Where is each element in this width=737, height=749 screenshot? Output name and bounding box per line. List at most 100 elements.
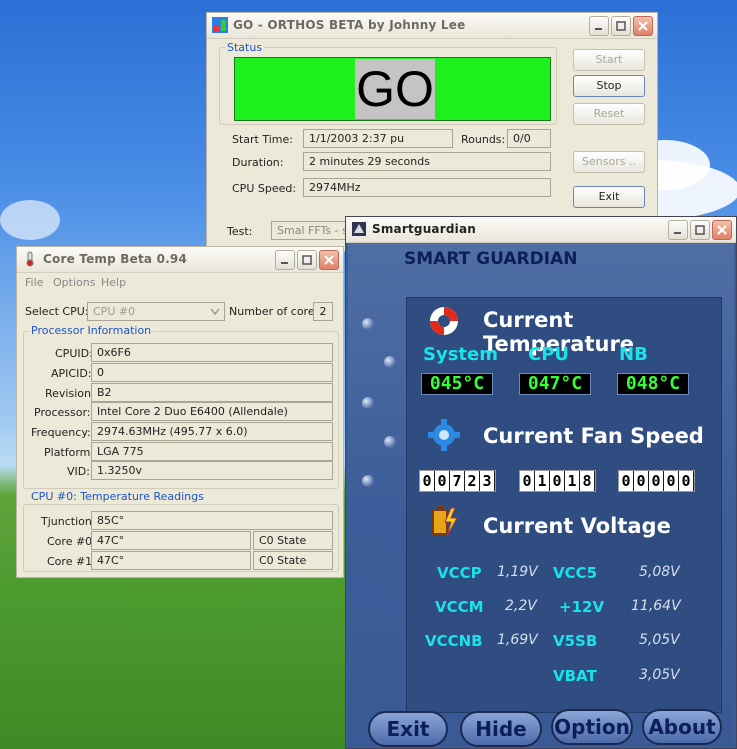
close-icon [717, 225, 727, 235]
temp-display-nb: 048°C [617, 373, 689, 395]
sensors-button[interactable]: Sensors .. [573, 151, 645, 173]
fan-digit: 1 [565, 471, 579, 491]
duration-label: Duration: [232, 156, 284, 169]
fan-digit: 0 [420, 471, 434, 491]
fan-gear-icon [428, 419, 460, 451]
voltage-value-v5sb: 5,05V [639, 632, 680, 648]
coretemp-window: Core Temp Beta 0.94 File Options Help Se… [16, 246, 344, 578]
smartguardian-window: Smartguardian SMART GUARDIAN Current Tem… [345, 216, 737, 749]
rivet [362, 318, 374, 330]
exit-button[interactable]: Exit [573, 186, 645, 208]
frequency-label: Frequency: [31, 426, 91, 439]
maximize-icon [616, 21, 626, 31]
smartguardian-titlebar[interactable]: Smartguardian [346, 217, 736, 243]
menu-options[interactable]: Options [53, 276, 95, 289]
option-button[interactable]: Option [551, 709, 633, 745]
select-cpu-dropdown[interactable]: CPU #0 [87, 302, 225, 321]
minimize-button[interactable] [275, 250, 295, 270]
stop-button[interactable]: Stop [573, 75, 645, 97]
voltage-value-vccp: 1,19V [497, 564, 538, 580]
cpu-speed-label: CPU Speed: [232, 182, 297, 195]
select-cpu-value: CPU #0 [93, 305, 136, 318]
fan-digit: 2 [465, 471, 479, 491]
duration-field: 2 minutes 29 seconds [303, 152, 551, 171]
select-cpu-label: Select CPU: [25, 305, 89, 318]
menu-file[interactable]: File [25, 276, 43, 289]
minimize-icon [595, 28, 602, 30]
minimize-button[interactable] [589, 16, 609, 36]
close-button[interactable] [712, 220, 732, 240]
hide-button[interactable]: Hide [460, 711, 542, 747]
orthos-app-icon [212, 17, 228, 33]
minimize-icon [281, 262, 288, 264]
fan-display-3: 00000 [618, 470, 695, 492]
fan-digit: 8 [580, 471, 594, 491]
temp-display-cpu: 047°C [519, 373, 591, 395]
smartguardian-heading: SMART GUARDIAN [404, 249, 578, 269]
close-icon [324, 255, 334, 265]
fan-digit: 0 [520, 471, 534, 491]
fan-digit: 3 [480, 471, 494, 491]
status-indicator: GO [234, 57, 551, 121]
core1-label: Core #1: [47, 555, 96, 568]
fan-digit: 0 [435, 471, 449, 491]
frequency-field: 2974.63MHz (495.77 x 6.0) [91, 422, 333, 441]
close-icon [638, 21, 648, 31]
close-button[interactable] [633, 16, 653, 36]
vid-label: VID: [67, 465, 90, 478]
voltage-value-12v: 11,64V [631, 598, 681, 614]
core1-temp-field: 47C° [91, 551, 251, 570]
exit-button[interactable]: Exit [368, 711, 448, 747]
temperature-title: CPU #0: Temperature Readings [29, 490, 206, 503]
menu-help[interactable]: Help [101, 276, 126, 289]
rivet [384, 436, 396, 448]
test-label: Test: [227, 225, 253, 238]
status-label: Status [225, 41, 265, 54]
close-button[interactable] [319, 250, 339, 270]
fan-digit: 1 [535, 471, 549, 491]
smartguardian-app-icon [352, 222, 366, 236]
cpu-speed-field: 2974MHz [303, 178, 551, 197]
fan-digit: 0 [664, 471, 678, 491]
fan-display-1: 00723 [419, 470, 496, 492]
core0-temp-field: 47C° [91, 531, 251, 550]
temp-label-cpu: CPU [528, 344, 570, 365]
fan-digit: 7 [450, 471, 464, 491]
rounds-label: Rounds: [461, 133, 506, 146]
rounds-field: 0/0 [507, 129, 551, 148]
smartguardian-title: Smartguardian [372, 222, 476, 236]
about-button[interactable]: About [642, 709, 722, 745]
coretemp-titlebar[interactable]: Core Temp Beta 0.94 [17, 247, 343, 273]
maximize-button[interactable] [297, 250, 317, 270]
orthos-title: GO - ORTHOS BETA by Johnny Lee [233, 18, 466, 32]
minimize-button[interactable] [668, 220, 688, 240]
start-time-label: Start Time: [232, 133, 293, 146]
maximize-button[interactable] [690, 220, 710, 240]
voltage-heading: Current Voltage [483, 514, 671, 538]
core1-state-field: C0 State [253, 551, 333, 570]
maximize-icon [302, 255, 312, 265]
apicid-label: APICID: [51, 367, 92, 380]
start-button[interactable]: Start [573, 49, 645, 71]
tjunction-label: Tjunction: [41, 515, 96, 528]
maximize-button[interactable] [611, 16, 631, 36]
temp-label-nb: NB [619, 344, 648, 365]
smartguardian-body: SMART GUARDIAN Current Temperature Syste… [348, 243, 734, 747]
rivet [384, 356, 396, 368]
sensor-panel: Current Temperature System CPU NB 045°C … [406, 297, 722, 713]
status-go-text: GO [356, 61, 434, 117]
coretemp-title: Core Temp Beta 0.94 [43, 252, 187, 266]
reset-button[interactable]: Reset [573, 103, 645, 125]
start-time-field: 1/1/2003 2:37 pu [303, 129, 453, 148]
cpuid-field: 0x6F6 [91, 343, 333, 362]
platform-field: LGA 775 [91, 442, 333, 461]
voltage-label-vcc5: VCC5 [553, 564, 598, 582]
fan-digit: 0 [679, 471, 693, 491]
tjunction-field: 85C° [91, 511, 333, 530]
lifebuoy-icon [430, 307, 458, 335]
battery-lightning-icon [432, 506, 458, 537]
orthos-titlebar[interactable]: GO - ORTHOS BETA by Johnny Lee [207, 13, 657, 39]
voltage-label-vbat: VBAT [553, 667, 597, 685]
voltage-value-vccnb: 1,69V [497, 632, 538, 648]
fan-digit: 0 [550, 471, 564, 491]
